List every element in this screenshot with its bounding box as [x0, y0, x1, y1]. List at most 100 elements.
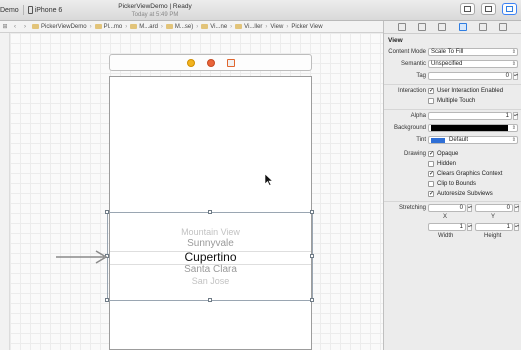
identity-inspector-icon[interactable]: [438, 23, 447, 31]
multiple-touch-label: Multiple Touch: [437, 98, 476, 104]
autoresize-label: Autoresize Subviews: [437, 191, 493, 197]
alpha-stepper[interactable]: ▴▾: [513, 112, 518, 120]
attributes-inspector: View Content Mode Scale To Fill ⇕ Semant…: [383, 21, 521, 350]
breadcrumb-item[interactable]: Vi...ller: [233, 24, 264, 30]
breadcrumb-item[interactable]: M...ard: [128, 24, 160, 30]
content-mode-label: Content Mode: [388, 49, 426, 55]
debug-toggle-button[interactable]: [481, 3, 496, 15]
resize-handle[interactable]: [310, 298, 314, 302]
view-toggles: [460, 3, 517, 15]
connections-inspector-icon[interactable]: [498, 23, 507, 31]
folder-icon: [94, 24, 102, 29]
divider: [384, 84, 521, 85]
chevron-updown-icon: ⇕: [511, 49, 516, 55]
activity-status: PickerViewDemo | Ready Today at 5:49 PM: [85, 3, 225, 19]
breadcrumb-item[interactable]: Picker View: [289, 24, 324, 30]
tint-swatch: [431, 137, 445, 143]
resize-handle[interactable]: [105, 298, 109, 302]
bottom-panel-icon: [485, 6, 492, 12]
breadcrumb-label: PickerViewDemo: [41, 23, 87, 30]
size-inspector-icon[interactable]: [478, 23, 487, 31]
stretch-width-caption: Width: [438, 233, 454, 239]
stretch-y-field[interactable]: 0: [475, 204, 513, 212]
view-controller-icon[interactable]: [187, 59, 195, 67]
content-mode-select[interactable]: Scale To Fill ⇕: [428, 48, 518, 56]
resize-handle[interactable]: [208, 210, 212, 214]
resize-handle[interactable]: [208, 298, 212, 302]
scheme-selector[interactable]: Demo iPhone 6: [0, 4, 62, 16]
resize-handle[interactable]: [310, 210, 314, 214]
tint-color-well[interactable]: Default ⇕: [428, 136, 518, 144]
first-responder-icon[interactable]: [207, 59, 215, 67]
resize-handle[interactable]: [310, 254, 314, 258]
back-icon[interactable]: ‹: [10, 24, 20, 30]
opaque-label: Opaque: [437, 151, 459, 157]
forward-icon[interactable]: ›: [20, 24, 30, 30]
stretch-width-field[interactable]: 1: [428, 223, 466, 231]
chevron-updown-icon: ⇕: [511, 137, 516, 143]
stretch-height-field[interactable]: 1: [475, 223, 513, 231]
quick-help-icon[interactable]: [418, 23, 427, 31]
jump-bar: ⊞ ‹ › PickerViewDemo › Pl...mo › M...ard…: [0, 21, 383, 33]
alpha-field[interactable]: 1: [428, 112, 512, 120]
background-color-well[interactable]: ⇕: [428, 124, 518, 132]
breadcrumb-item[interactable]: M...se): [164, 24, 195, 30]
view-controller-icon: [235, 24, 243, 29]
stretching-label: Stretching: [398, 205, 426, 211]
file-inspector-icon[interactable]: [398, 23, 407, 31]
breadcrumb-label: View: [270, 23, 284, 30]
opaque-checkbox[interactable]: ✓: [428, 151, 434, 157]
drawing-label: Drawing: [403, 151, 426, 157]
exit-icon[interactable]: [227, 59, 235, 67]
picker-view[interactable]: [107, 212, 313, 301]
breadcrumb-item[interactable]: Vi...ne: [199, 24, 229, 30]
scene-dock: [109, 54, 312, 71]
divider: [384, 201, 521, 202]
clip-to-bounds-checkbox[interactable]: [428, 181, 434, 187]
content-mode-value: Scale To Fill: [431, 49, 464, 55]
section-title: View: [388, 37, 403, 44]
tag-field[interactable]: 0: [428, 72, 512, 80]
divider: [384, 109, 521, 110]
iphone-icon: [27, 6, 33, 14]
document-outline-toggle[interactable]: [0, 33, 10, 350]
stretch-x-field[interactable]: 0: [428, 204, 466, 212]
breadcrumb-item[interactable]: PickerViewDemo: [30, 24, 89, 30]
navigator-toggle-button[interactable]: [460, 3, 475, 15]
utilities-toggle-button[interactable]: [502, 3, 517, 15]
related-items-icon[interactable]: ⊞: [0, 23, 10, 30]
hidden-checkbox[interactable]: [428, 161, 434, 167]
inspector-tabs: [384, 21, 521, 34]
attributes-inspector-icon[interactable]: [458, 23, 467, 31]
stretch-y-stepper[interactable]: ▴▾: [514, 204, 519, 212]
tint-value: Default: [449, 137, 469, 143]
stretch-y-caption: Y: [491, 214, 496, 220]
user-interaction-checkbox[interactable]: ✓: [428, 88, 434, 94]
mouse-pointer-icon: [265, 174, 273, 186]
device-selector[interactable]: iPhone 6: [27, 6, 62, 14]
stretch-height-stepper[interactable]: ▴▾: [514, 223, 519, 231]
breadcrumb-item[interactable]: Pl...mo: [93, 24, 125, 30]
storyboard-icon: [130, 24, 138, 29]
autoresize-checkbox[interactable]: ✓: [428, 191, 434, 197]
chevron-updown-icon: ⇕: [511, 61, 516, 67]
breadcrumb-item[interactable]: View: [268, 24, 285, 30]
multiple-touch-checkbox[interactable]: [428, 98, 434, 104]
semantic-select[interactable]: Unspecified ⇕: [428, 60, 518, 68]
scheme-separator: [22, 5, 24, 15]
hidden-label: Hidden: [437, 161, 457, 167]
tag-stepper[interactable]: ▴▾: [513, 72, 518, 80]
stretch-y-value: 0: [506, 205, 510, 211]
storyboard-icon: [165, 24, 173, 29]
resize-handle[interactable]: [105, 210, 109, 214]
breadcrumb-label: M...ard: [139, 23, 158, 30]
breadcrumb-label: Vi...ller: [244, 23, 263, 30]
stretch-width-value: 1: [459, 224, 463, 230]
stretch-height-caption: Height: [484, 233, 502, 239]
stretch-width-stepper[interactable]: ▴▾: [467, 223, 472, 231]
right-panel-icon: [506, 6, 513, 12]
stretch-x-caption: X: [443, 214, 448, 220]
stretch-x-stepper[interactable]: ▴▾: [467, 204, 472, 212]
window-toolbar: Demo iPhone 6 PickerViewDemo | Ready Tod…: [0, 0, 521, 21]
clears-graphics-checkbox[interactable]: ✓: [428, 171, 434, 177]
